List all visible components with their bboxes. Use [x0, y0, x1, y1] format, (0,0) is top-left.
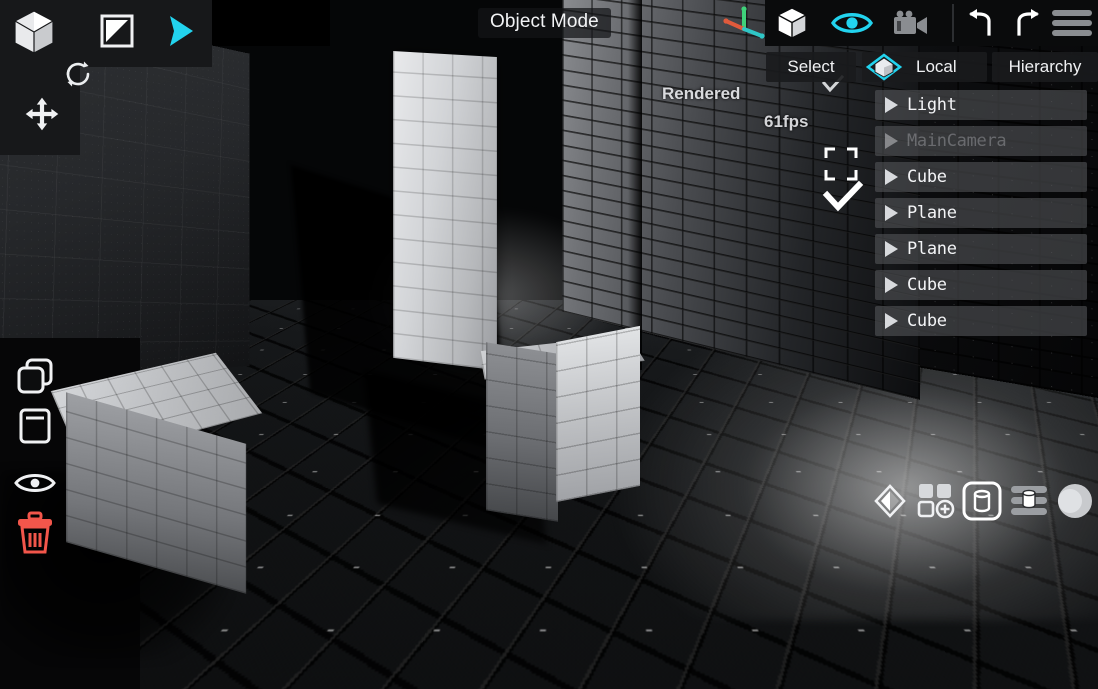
checkmark-icon[interactable] — [824, 183, 862, 213]
eye-icon[interactable] — [14, 462, 56, 504]
chevron-right-icon[interactable] — [885, 97, 898, 113]
primitive-icon[interactable] — [960, 481, 1004, 521]
layers-icon[interactable] — [1007, 481, 1051, 521]
video-camera-icon[interactable] — [893, 6, 929, 40]
chevron-right-icon[interactable] — [885, 205, 898, 221]
local-space-cube-icon[interactable] — [862, 52, 906, 82]
list-item-label: Light — [907, 95, 957, 115]
list-item[interactable]: Light — [875, 90, 1087, 120]
fps-counter: 61fps — [764, 112, 808, 132]
list-item[interactable]: Cube — [875, 162, 1087, 192]
page-title: Object Mode — [478, 8, 611, 38]
move-icon[interactable] — [20, 92, 64, 136]
undo-icon[interactable] — [964, 6, 1000, 40]
tab-hierarchy[interactable]: Hierarchy — [992, 52, 1098, 82]
shading-icon[interactable] — [96, 10, 138, 52]
eye-icon[interactable] — [834, 6, 870, 40]
chevron-right-icon[interactable] — [885, 241, 898, 257]
redo-icon[interactable] — [1008, 6, 1044, 40]
hierarchy-panel: Light MainCamera Cube Plane Plane Cube — [875, 90, 1087, 342]
cube-icon[interactable] — [8, 6, 60, 58]
list-item-label: Cube — [907, 167, 947, 187]
axis-gizmo-icon[interactable] — [716, 4, 772, 46]
list-item[interactable]: Cube — [875, 270, 1087, 300]
chevron-right-icon[interactable] — [885, 133, 898, 149]
play-icon[interactable] — [158, 10, 204, 52]
list-item-label: Plane — [907, 203, 957, 223]
cube-icon[interactable] — [774, 6, 810, 40]
list-item-label: Cube — [907, 311, 947, 331]
clipboard-icon[interactable] — [14, 405, 56, 447]
list-item[interactable]: Cube — [875, 306, 1087, 336]
material-ball-icon[interactable] — [1053, 481, 1097, 521]
ui-overlay: Object Mode Rendered 61fps — [0, 0, 1098, 689]
list-item-label: MainCamera — [907, 131, 1006, 151]
list-item[interactable]: MainCamera — [875, 126, 1087, 156]
duplicate-icon[interactable] — [14, 355, 56, 397]
chevron-right-icon[interactable] — [885, 277, 898, 293]
add-object-icon[interactable] — [914, 481, 958, 521]
chevron-right-icon[interactable] — [885, 313, 898, 329]
list-item-label: Cube — [907, 275, 947, 295]
rotate-icon[interactable] — [56, 52, 100, 96]
list-item[interactable]: Plane — [875, 234, 1087, 264]
hamburger-menu-icon[interactable] — [1050, 6, 1094, 40]
app-root: Object Mode Rendered 61fps — [0, 0, 1098, 689]
chevron-right-icon[interactable] — [885, 169, 898, 185]
render-mode-label: Rendered — [662, 84, 740, 104]
list-item[interactable]: Plane — [875, 198, 1087, 228]
trash-icon[interactable] — [14, 508, 56, 558]
shading-icon[interactable] — [868, 481, 912, 521]
toolbar-divider — [952, 4, 954, 42]
toolbar-top-right — [765, 0, 1098, 46]
tab-select[interactable]: Select — [766, 52, 856, 82]
selection-frame-icon[interactable] — [824, 147, 858, 181]
list-item-label: Plane — [907, 239, 957, 259]
